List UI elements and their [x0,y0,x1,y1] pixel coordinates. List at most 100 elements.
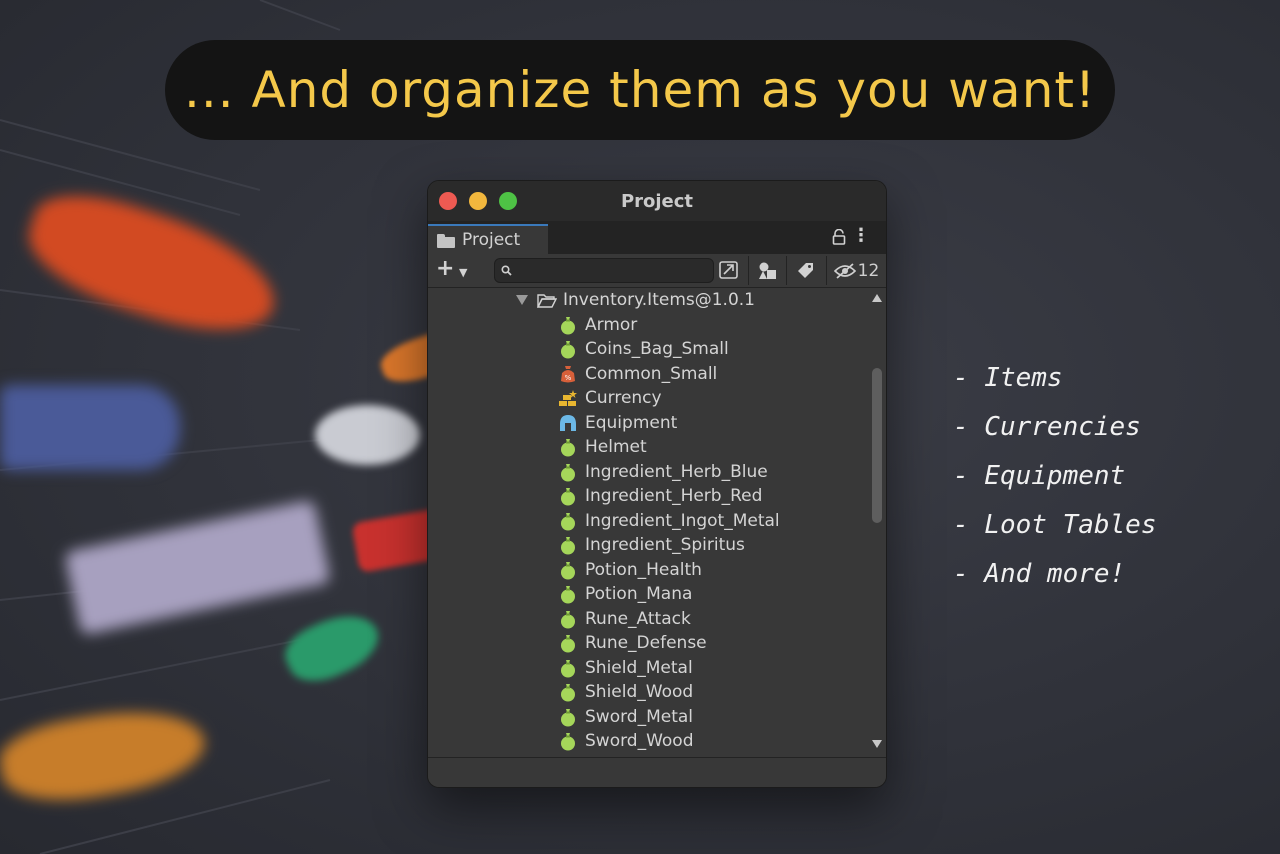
folder-icon [437,233,455,248]
tree-item-label: Currency [585,388,662,409]
headline-text: ... And organize them as you want! [183,61,1097,119]
eye-slash-icon [833,262,856,279]
tree-item-row[interactable]: Sword_Wood [428,729,886,754]
project-window: Project Project ⋮ + ▼ 12 Inventory.Items… [427,180,887,788]
svg-text:%: % [565,374,572,382]
tree-item-label: Equipment [585,412,678,433]
item-bag-icon [558,707,578,727]
feature-item-items: - Items [953,363,1063,393]
tree-item-label: Sword_Metal [585,706,694,727]
gold-bars-icon [558,388,578,408]
create-asset-button[interactable]: + ▼ [436,256,476,282]
plus-icon: + [436,256,455,281]
feature-item-loot-tables: - Loot Tables [953,510,1157,540]
scroll-down-arrow-icon[interactable] [872,740,882,748]
item-bag-icon [558,731,578,751]
search-field[interactable] [494,258,714,284]
helmet-icon [558,413,578,433]
hidden-packages-toggle[interactable]: 12 [826,256,886,285]
project-toolbar: + ▼ 12 [428,254,886,288]
open-folder-icon [537,294,557,308]
tree-item-label: Potion_Health [585,559,702,580]
tree-item-label: Ingredient_Herb_Blue [585,461,768,482]
filter-by-label-button[interactable] [786,256,824,285]
item-bag-icon [558,315,578,335]
tree-item-row[interactable]: Shield_Wood [428,680,886,705]
item-bag-icon [558,560,578,580]
maximize-window-button[interactable] [499,192,517,210]
item-bag-icon [558,535,578,555]
tree-item-row[interactable]: Potion_Health [428,558,886,583]
item-bag-icon [558,633,578,653]
feature-list: - Items - Currencies - Equipment - Loot … [953,358,1157,603]
tree-item-row[interactable]: Ingredient_Herb_Red [428,484,886,509]
tree-item-row[interactable]: Helmet [428,435,886,460]
tree-item-label: Rune_Defense [585,633,707,654]
item-bag-icon [558,609,578,629]
item-bag-icon [558,339,578,359]
tree-item-row[interactable]: Armor [428,313,886,338]
tree-item-row[interactable]: Ingredient_Spiritus [428,533,886,558]
search-icon [501,265,512,276]
more-options-icon[interactable]: ⋮ [852,227,870,245]
tree-item-label: Rune_Attack [585,608,691,629]
item-bag-icon [558,658,578,678]
loot-bag-icon: % [558,364,578,384]
status-bar [428,757,886,787]
tree-item-row[interactable]: Equipment [428,411,886,436]
tree-item-label: Sword_Wood [585,731,694,752]
lock-icon[interactable] [832,229,846,245]
tree-item-label: Coins_Bag_Small [585,339,729,360]
item-bag-icon [558,462,578,482]
chevron-down-icon: ▼ [459,266,468,279]
tree-item-row[interactable]: Shield_Metal [428,656,886,681]
tree-item-label: Potion_Mana [585,584,693,605]
tree-item-label: Ingredient_Herb_Red [585,486,763,507]
item-bag-icon [558,682,578,702]
search-input[interactable] [517,259,711,284]
tree-item-label: Ingredient_Spiritus [585,535,745,556]
close-window-button[interactable] [439,192,457,210]
tree-item-row[interactable]: % Common_Small [428,362,886,387]
tree-item-label: Armor [585,314,638,335]
minimize-window-button[interactable] [469,192,487,210]
project-tree: Inventory.Items@1.0.1 Armor Coins_Bag_Sma… [428,288,886,758]
item-bag-icon [558,486,578,506]
hidden-count: 12 [857,260,880,281]
tree-scrollbar[interactable] [868,288,886,758]
tree-item-row[interactable]: Coins_Bag_Small [428,337,886,362]
tab-label: Project [462,230,521,250]
tree-item-row[interactable]: Sword_Metal [428,705,886,730]
tree-item-row[interactable]: Rune_Attack [428,607,886,632]
feature-item-equipment: - Equipment [953,461,1126,491]
filter-by-type-button[interactable] [748,256,786,285]
tree-item-label: Helmet [585,437,647,458]
item-bag-icon [558,437,578,457]
tree-item-row[interactable]: Rune_Defense [428,631,886,656]
tree-root-label: Inventory.Items@1.0.1 [563,290,755,311]
tree-root-row[interactable]: Inventory.Items@1.0.1 [428,288,886,313]
tag-icon [797,262,813,278]
tree-item-label: Shield_Metal [585,657,693,678]
headline-banner: ... And organize them as you want! [165,40,1115,140]
scroll-up-arrow-icon[interactable] [872,294,882,302]
window-titlebar[interactable]: Project [428,181,886,221]
tree-item-row[interactable]: Ingredient_Herb_Blue [428,460,886,485]
tree-item-label: Ingredient_Ingot_Metal [585,510,780,531]
item-bag-icon [558,511,578,531]
search-by-type-icon[interactable] [718,259,740,281]
tree-item-label: Shield_Wood [585,682,694,703]
blurred-item-blue [0,385,180,470]
tree-item-label: Common_Small [585,363,718,384]
feature-item-currencies: - Currencies [953,412,1141,442]
blurred-item-ring [315,405,420,465]
window-title: Project [620,190,694,212]
tree-item-row[interactable]: Potion_Mana [428,582,886,607]
item-bag-icon [558,584,578,604]
tree-item-row[interactable]: Currency [428,386,886,411]
foldout-arrow-icon[interactable] [516,295,528,306]
tab-project[interactable]: Project [428,224,548,254]
tree-item-row[interactable]: Ingredient_Ingot_Metal [428,509,886,534]
shapes-icon [758,262,776,279]
scroll-thumb[interactable] [872,368,882,523]
